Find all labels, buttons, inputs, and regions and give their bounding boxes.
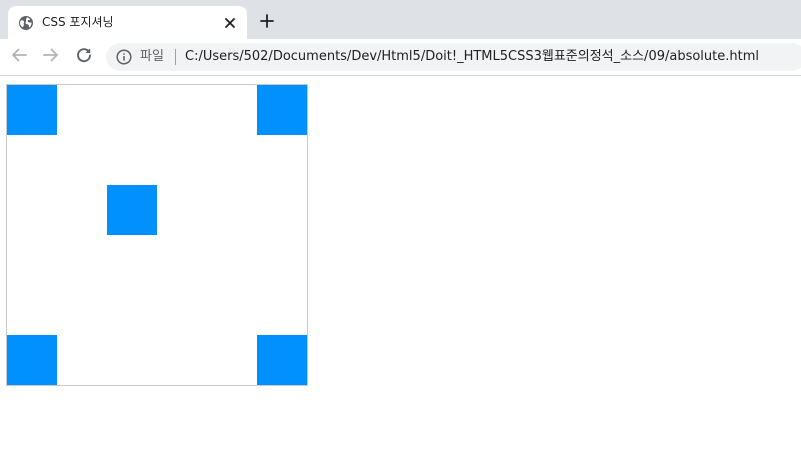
info-icon[interactable] [116,49,132,65]
tab-active[interactable]: CSS 포지셔닝 [8,6,247,39]
positioning-container [6,84,308,386]
scheme-label: 파일 [140,49,164,64]
back-button[interactable] [9,47,29,67]
reload-icon [75,46,93,68]
plus-icon [260,13,274,32]
tab-strip: CSS 포지셔닝 [0,0,801,39]
page-viewport [0,76,801,462]
new-tab-button[interactable] [256,12,278,32]
box-top-right [257,85,307,135]
reload-button[interactable] [74,47,94,67]
divider [175,49,176,65]
forward-button[interactable] [41,47,61,67]
globe-icon [18,15,34,31]
close-icon[interactable] [222,15,238,31]
box-bottom-right [257,335,307,385]
arrow-left-icon [10,46,28,68]
toolbar: 파일 C:/Users/502/Documents/Dev/Html5/Doit… [0,39,801,76]
url-text[interactable]: C:/Users/502/Documents/Dev/Html5/Doit!_H… [185,48,759,66]
tab-title: CSS 포지셔닝 [42,15,114,29]
box-bottom-left [7,335,57,385]
box-center [107,185,157,235]
arrow-right-icon [42,46,60,68]
address-bar[interactable]: 파일 C:/Users/502/Documents/Dev/Html5/Doit… [106,43,801,71]
box-top-left [7,85,57,135]
browser-window: CSS 포지셔닝 파일 C:/Users/502/Documents/Dev/H… [0,0,801,462]
